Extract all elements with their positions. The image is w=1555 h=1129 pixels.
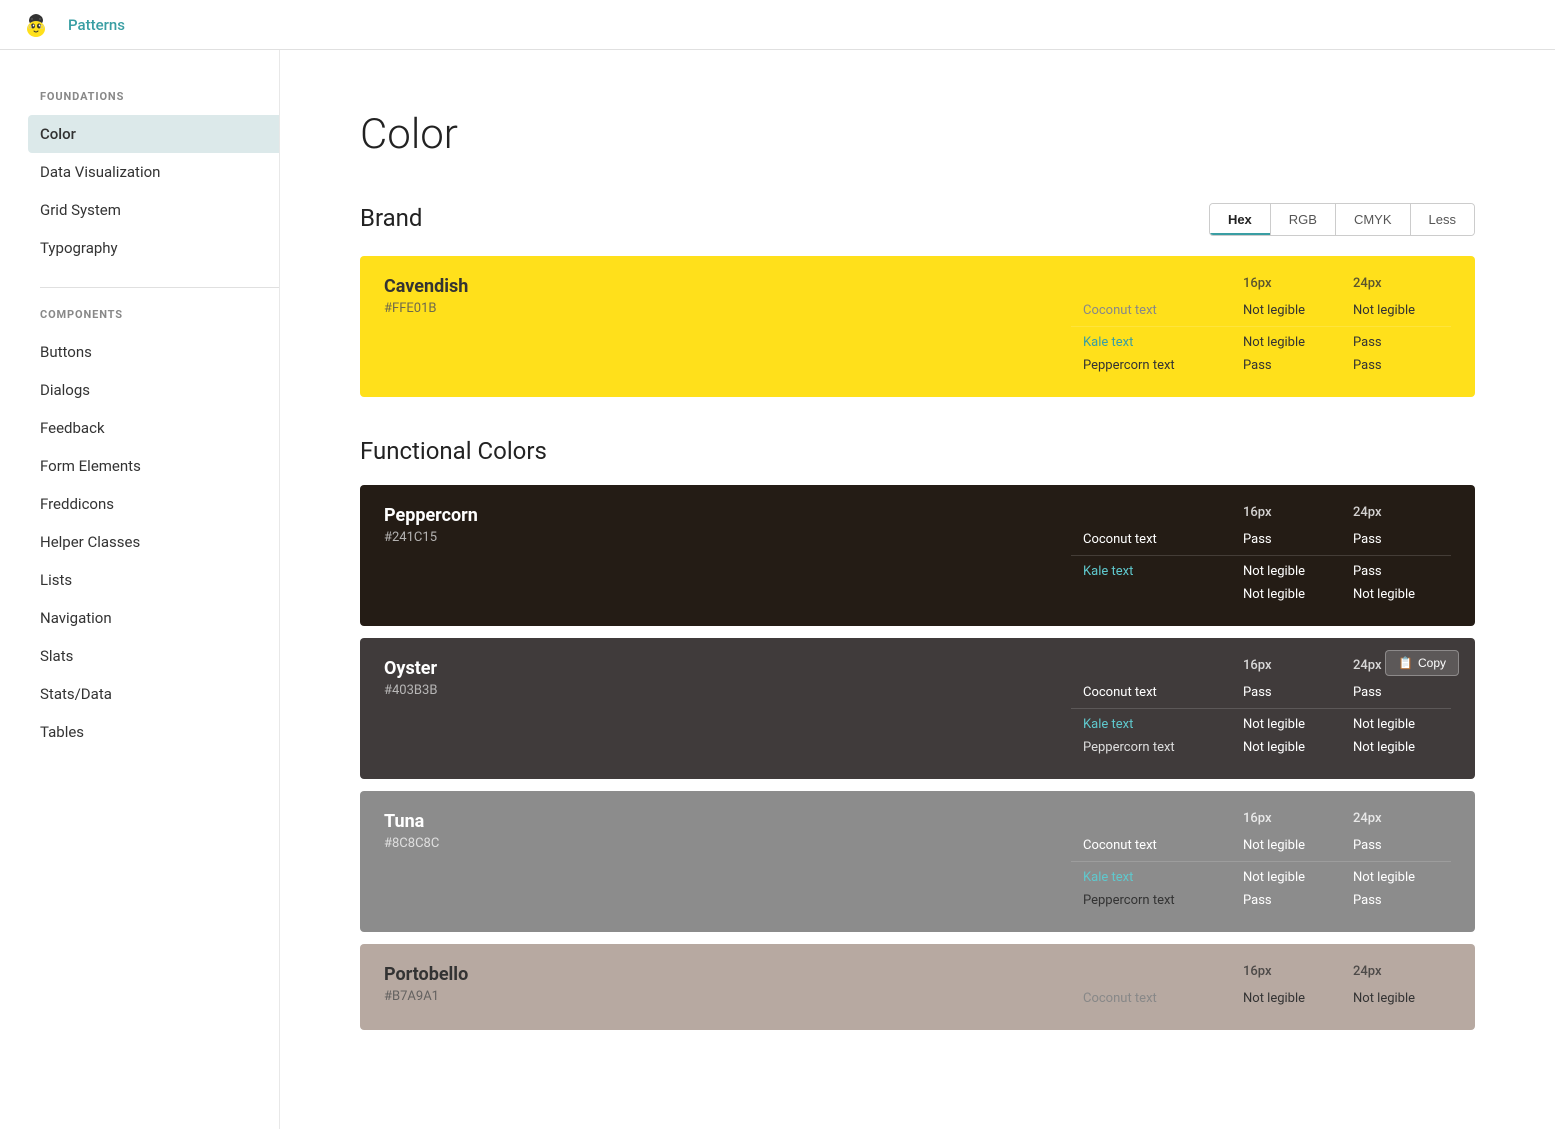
table-row: Kale textNot legiblePass bbox=[1071, 560, 1451, 583]
sidebar-item-grid-system[interactable]: Grid System bbox=[40, 191, 279, 229]
swatch-hex: #8C8C8C bbox=[384, 836, 439, 851]
table-row: Kale textNot legibleNot legible bbox=[1071, 866, 1451, 889]
components-section-label: COMPONENTS bbox=[40, 308, 279, 321]
patterns-nav-link[interactable]: Patterns bbox=[68, 16, 125, 34]
foundations-section-label: FOUNDATIONS bbox=[40, 90, 279, 103]
swatch-table: 16px24pxCoconut textPassPassKale textNot… bbox=[1071, 658, 1451, 759]
table-row: Coconut textNot legibleNot legible bbox=[1071, 985, 1451, 1010]
table-row: Coconut textPassPass bbox=[1071, 679, 1451, 704]
functional-section-title: Functional Colors bbox=[360, 437, 1475, 465]
swatch-table: 16px24pxCoconut textPassPassKale textNot… bbox=[1071, 505, 1451, 606]
sidebar-item-lists[interactable]: Lists bbox=[40, 561, 279, 599]
table-row: Peppercorn textPassPass bbox=[1071, 889, 1451, 912]
header: Patterns bbox=[0, 0, 1555, 50]
swatch-name: Oyster bbox=[384, 658, 437, 679]
table-row: Kale textNot legiblePass bbox=[1071, 331, 1451, 354]
brand-swatches: Cavendish #FFE01B 16px24pxCoconut textNot … bbox=[360, 256, 1475, 397]
foundations-nav: ColorData VisualizationGrid SystemTypogr… bbox=[40, 115, 279, 267]
table-row: Coconut textNot legibleNot legible bbox=[1071, 297, 1451, 322]
sidebar-item-stats/data[interactable]: Stats/Data bbox=[40, 675, 279, 713]
swatch-name: Tuna bbox=[384, 811, 439, 832]
sidebar-item-slats[interactable]: Slats bbox=[40, 637, 279, 675]
format-tab-less[interactable]: Less bbox=[1411, 204, 1474, 235]
swatch-name: Cavendish bbox=[384, 276, 468, 297]
page-layout: FOUNDATIONS ColorData VisualizationGrid … bbox=[0, 50, 1555, 1129]
logo-icon bbox=[20, 9, 52, 41]
table-row: Peppercorn textNot legibleNot legible bbox=[1071, 736, 1451, 759]
main-content: Color Brand HexRGBCMYKLess Cavendish #FFE… bbox=[280, 50, 1555, 1129]
swatch-hex: #241C15 bbox=[384, 530, 478, 545]
sidebar-item-form-elements[interactable]: Form Elements bbox=[40, 447, 279, 485]
format-tab-hex[interactable]: Hex bbox=[1210, 204, 1271, 235]
swatch-card-portobello: Portobello #B7A9A1 16px24pxCoconut textNot… bbox=[360, 944, 1475, 1030]
sidebar-item-typography[interactable]: Typography bbox=[40, 229, 279, 267]
sidebar-item-buttons[interactable]: Buttons bbox=[40, 333, 279, 371]
sidebar: FOUNDATIONS ColorData VisualizationGrid … bbox=[0, 50, 280, 1129]
table-row: Coconut textNot legiblePass bbox=[1071, 832, 1451, 857]
format-tab-cmyk[interactable]: CMYK bbox=[1336, 204, 1411, 235]
page-title: Color bbox=[360, 110, 1475, 159]
brand-section-header: Brand HexRGBCMYKLess bbox=[360, 199, 1475, 236]
sidebar-item-freddicons[interactable]: Freddicons bbox=[40, 485, 279, 523]
table-row: Kale textNot legibleNot legible bbox=[1071, 713, 1451, 736]
table-row: Coconut textPassPass bbox=[1071, 526, 1451, 551]
table-row: Peppercorn textPassPass bbox=[1071, 354, 1451, 377]
swatch-name: Portobello bbox=[384, 964, 468, 985]
swatch-card-peppercorn: Peppercorn #241C15 16px24pxCoconut textPas… bbox=[360, 485, 1475, 626]
swatch-name: Peppercorn bbox=[384, 505, 478, 526]
swatch-card-oyster: 📋 CopyOyster#403B3B16px24pxCoconut textP… bbox=[360, 638, 1475, 779]
swatch-hex: #403B3B bbox=[384, 683, 437, 698]
brand-section-title: Brand bbox=[360, 204, 422, 232]
sidebar-item-tables[interactable]: Tables bbox=[40, 713, 279, 751]
swatch-table: 16px24pxCoconut textNot legiblePassKale … bbox=[1071, 811, 1451, 912]
swatch-table: 16px24pxCoconut textNot legibleNot legib… bbox=[1071, 276, 1451, 377]
functional-swatches: Peppercorn #241C15 16px24pxCoconut textPas… bbox=[360, 485, 1475, 1030]
components-nav: ButtonsDialogsFeedbackForm ElementsFredd… bbox=[40, 333, 279, 751]
sidebar-divider bbox=[40, 287, 279, 288]
swatch-hex: #B7A9A1 bbox=[384, 989, 468, 1004]
sidebar-item-navigation[interactable]: Navigation bbox=[40, 599, 279, 637]
sidebar-item-helper-classes[interactable]: Helper Classes bbox=[40, 523, 279, 561]
swatch-card-cavendish: Cavendish #FFE01B 16px24pxCoconut textNot … bbox=[360, 256, 1475, 397]
sidebar-item-feedback[interactable]: Feedback bbox=[40, 409, 279, 447]
table-row: Not legibleNot legible bbox=[1071, 583, 1451, 606]
swatch-table: 16px24pxCoconut textNot legibleNot legib… bbox=[1071, 964, 1451, 1010]
swatch-card-tuna: Tuna #8C8C8C 16px24pxCoconut textNot legib… bbox=[360, 791, 1475, 932]
sidebar-item-dialogs[interactable]: Dialogs bbox=[40, 371, 279, 409]
sidebar-item-color[interactable]: Color bbox=[28, 115, 279, 153]
format-tab-rgb[interactable]: RGB bbox=[1271, 204, 1336, 235]
format-tabs: HexRGBCMYKLess bbox=[1209, 203, 1475, 236]
swatch-hex: #FFE01B bbox=[384, 301, 468, 316]
sidebar-item-data-visualization[interactable]: Data Visualization bbox=[40, 153, 279, 191]
